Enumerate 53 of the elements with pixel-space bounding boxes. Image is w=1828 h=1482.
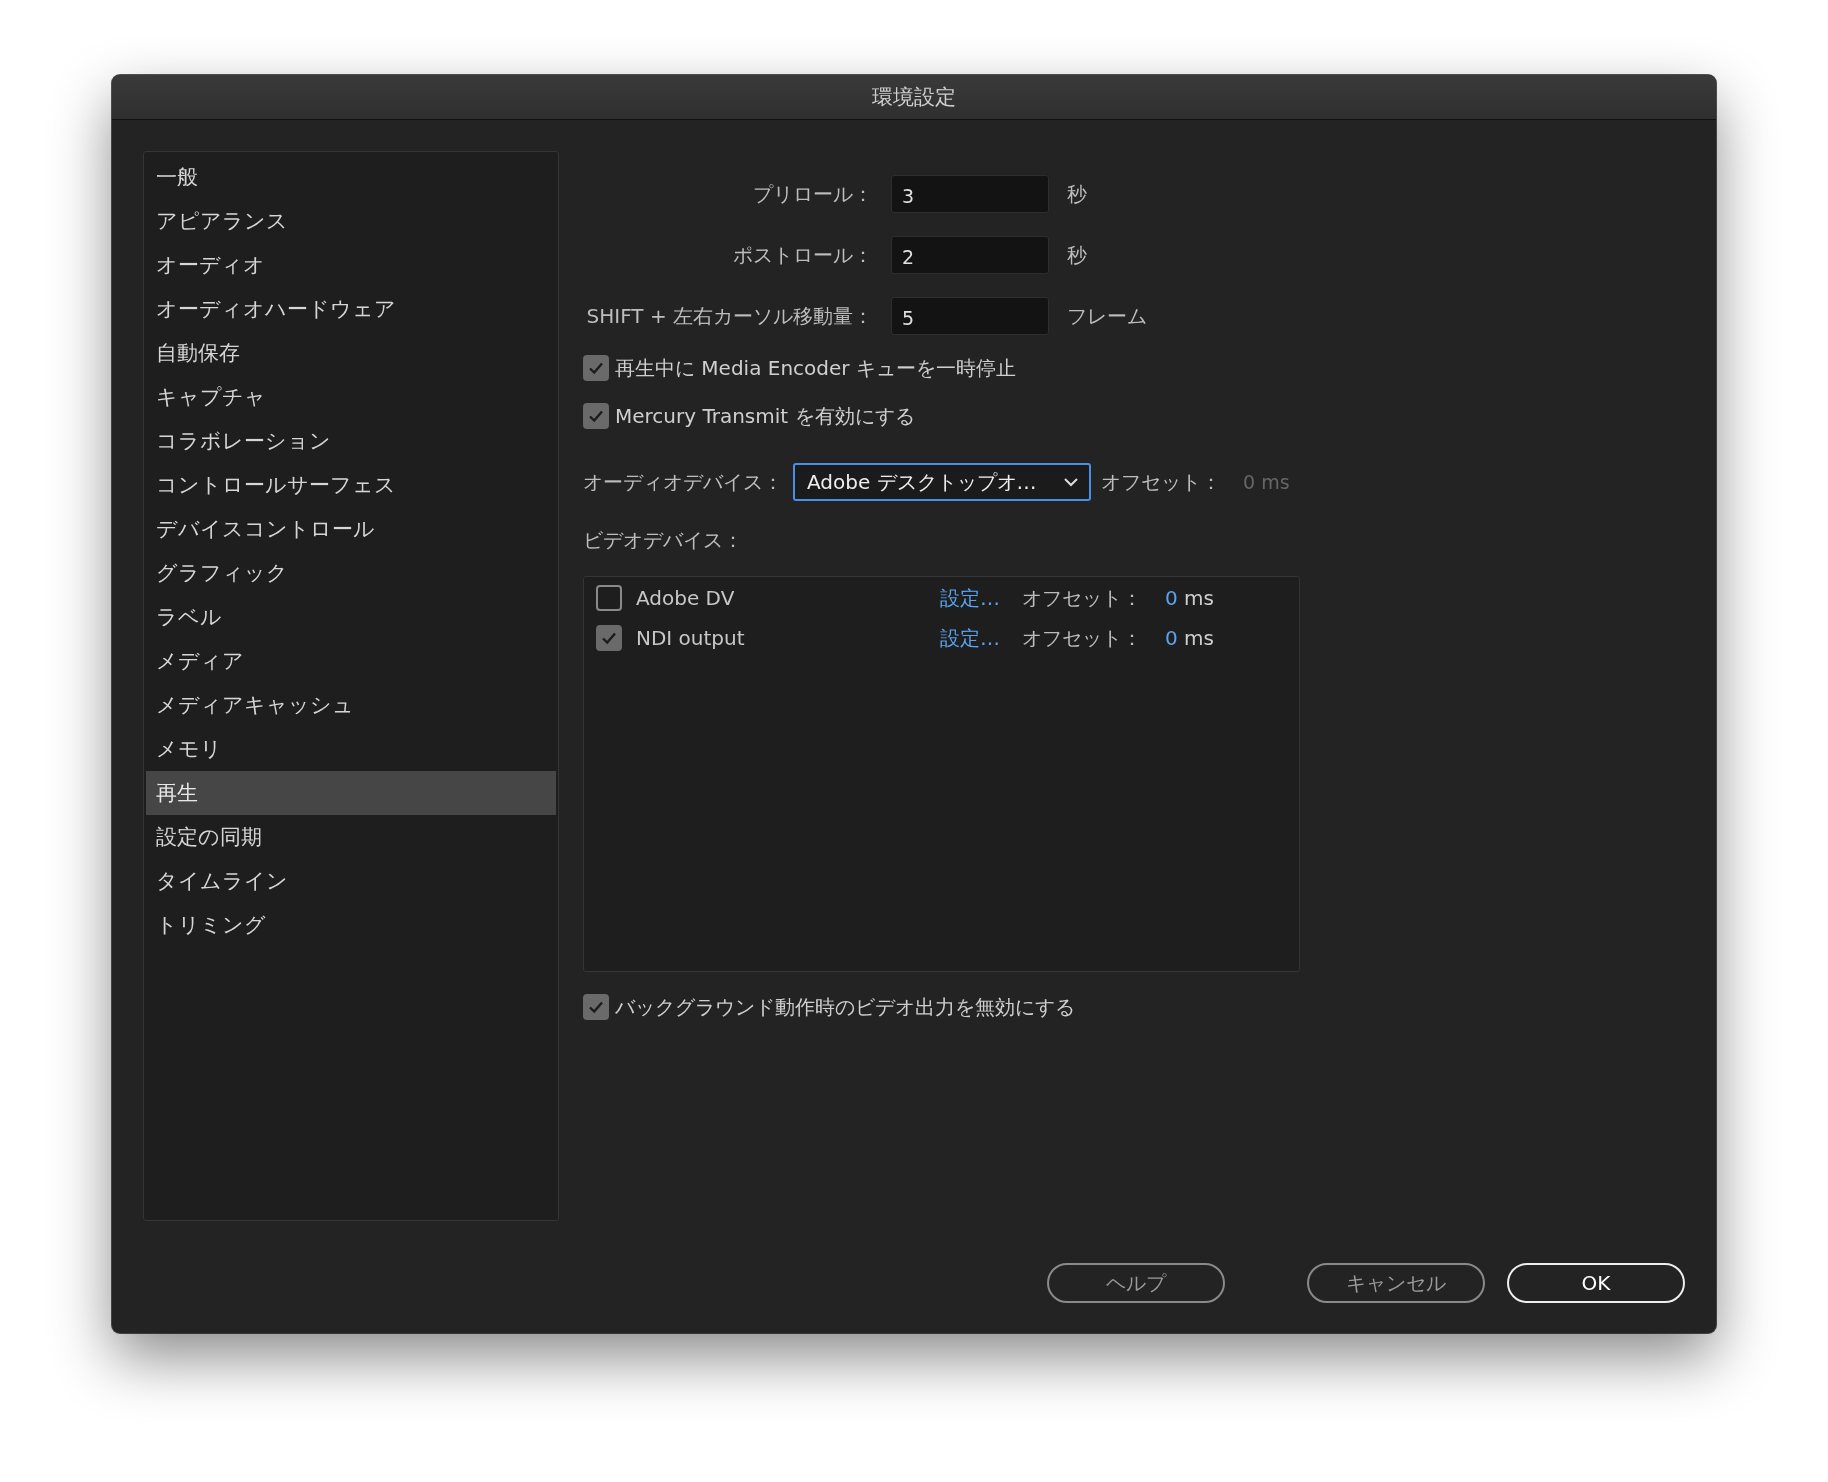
checkbox[interactable] [596, 625, 622, 651]
dialog-button[interactable]: キャンセル [1307, 1263, 1485, 1303]
sidebar-item[interactable]: メモリ [146, 727, 556, 771]
settings-link[interactable]: 設定… [940, 624, 1022, 652]
checkbox-label: バックグラウンド動作時のビデオ出力を無効にする [615, 993, 1075, 1021]
sidebar-item[interactable]: 一般 [146, 155, 556, 199]
video-device-label: ビデオデバイス： [583, 527, 744, 554]
offset-label: オフセット： [1101, 468, 1221, 496]
offset-value: 0 ms [1165, 626, 1214, 650]
unit-label: フレーム [1067, 302, 1147, 330]
unit-label: 秒 [1067, 241, 1088, 269]
offset-value: 0 ms [1165, 586, 1214, 610]
checkbox-label: Mercury Transmit を有効にする [615, 402, 915, 430]
device-name: NDI output [636, 626, 746, 650]
checkbox[interactable] [583, 994, 609, 1020]
dialog-button[interactable]: ヘルプ [1047, 1263, 1225, 1303]
field-label: SHIFT + 左右カーソル移動量： [585, 302, 873, 330]
field-label: ポストロール： [732, 241, 873, 269]
sidebar-item[interactable]: キャプチャ [146, 375, 556, 419]
sidebar-item[interactable]: 自動保存 [146, 331, 556, 375]
settings-link[interactable]: 設定… [940, 584, 1022, 612]
sidebar-item[interactable]: オーディオハードウェア [146, 287, 556, 331]
checkbox[interactable] [583, 355, 609, 381]
offset-label: オフセット： [1022, 624, 1143, 652]
input-field[interactable]: 5 [891, 297, 1049, 335]
audio-device-dropdown[interactable]: Adobe デスクトップオ… [793, 463, 1091, 501]
sidebar-item[interactable]: アピアランス [146, 199, 556, 243]
sidebar-item[interactable]: コラボレーション [146, 419, 556, 463]
sidebar-item[interactable]: オーディオ [146, 243, 556, 287]
offset-value: 0 ms [1243, 471, 1290, 493]
input-field[interactable]: 3 [891, 175, 1049, 213]
audio-device-label: オーディオデバイス： [583, 468, 783, 496]
checkbox[interactable] [596, 585, 622, 611]
chevron-down-icon [1063, 477, 1079, 487]
window-title: 環境設定 [872, 84, 956, 111]
device-name: Adobe DV [636, 586, 736, 610]
input-field[interactable]: 2 [891, 236, 1049, 274]
sidebar-item[interactable]: タイムライン [146, 859, 556, 903]
field-label: プリロール： [752, 180, 873, 208]
sidebar-item[interactable]: メディアキャッシュ [146, 683, 556, 727]
sidebar-item[interactable]: メディア [146, 639, 556, 683]
sidebar-item[interactable]: デバイスコントロール [146, 507, 556, 551]
dialog-button[interactable]: OK [1507, 1263, 1685, 1303]
checkbox[interactable] [583, 403, 609, 429]
sidebar-item[interactable]: ラベル [146, 595, 556, 639]
offset-label: オフセット： [1022, 584, 1143, 612]
sidebar-item[interactable]: 再生 [146, 771, 556, 815]
sidebar-item[interactable]: コントロールサーフェス [146, 463, 556, 507]
sidebar-item[interactable]: トリミング [146, 903, 556, 947]
sidebar-item[interactable]: グラフィック [146, 551, 556, 595]
unit-label: 秒 [1067, 180, 1088, 208]
sidebar-item[interactable]: 設定の同期 [146, 815, 556, 859]
checkbox-label: 再生中に Media Encoder キューを一時停止 [615, 354, 1016, 382]
